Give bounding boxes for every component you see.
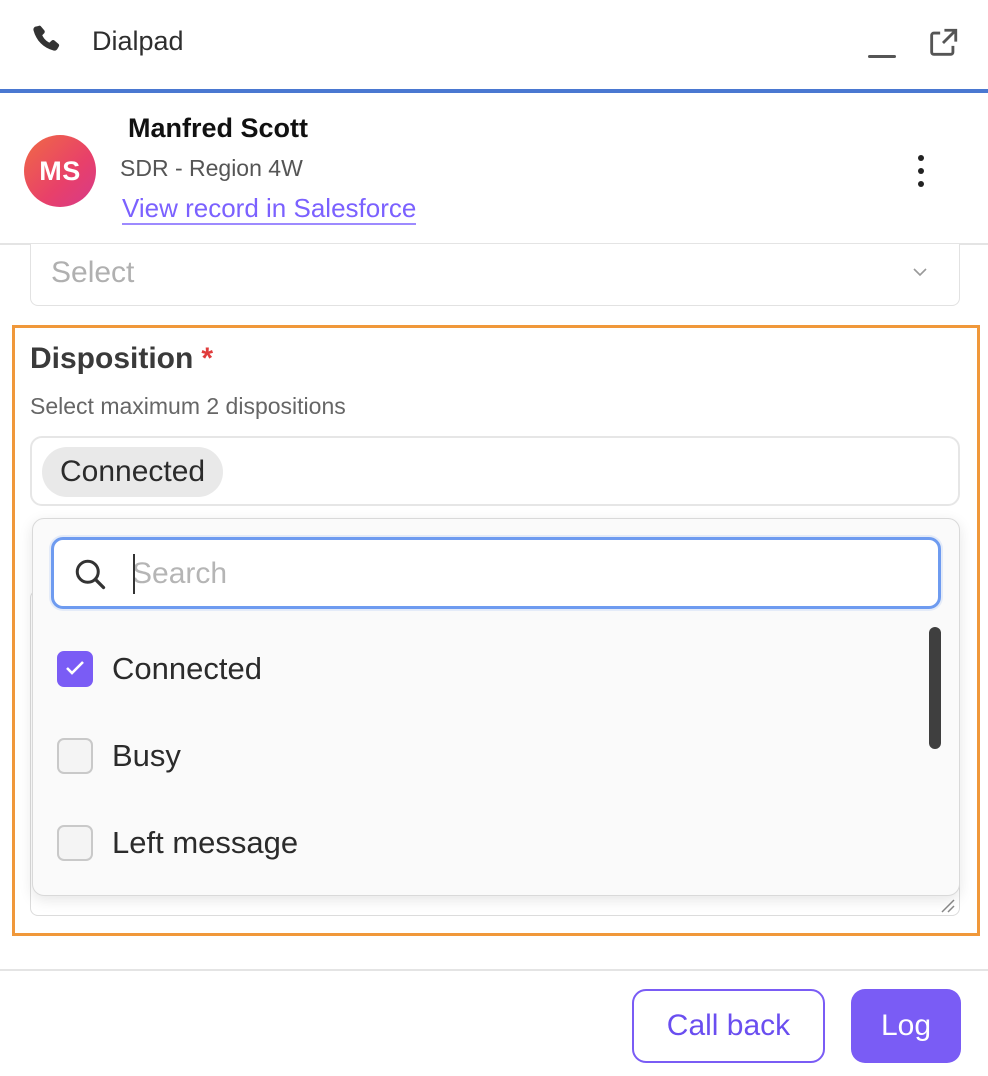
option-label: Connected: [112, 651, 262, 686]
search-icon: [75, 559, 106, 590]
checkbox-icon[interactable]: [57, 738, 93, 774]
selected-chip[interactable]: Connected: [42, 447, 224, 497]
view-record-link[interactable]: View record in Salesforce: [122, 193, 417, 225]
search-box[interactable]: [51, 537, 941, 609]
call-back-button[interactable]: Call back: [632, 989, 825, 1063]
disposition-help-text: Select maximum 2 dispositions: [30, 393, 346, 419]
chevron-down-icon: [913, 268, 927, 277]
footer-divider: [0, 969, 988, 971]
option-label: Busy: [112, 738, 181, 773]
avatar: MS: [24, 135, 96, 207]
option-label: Left message: [112, 825, 299, 860]
external-link-icon[interactable]: [926, 26, 960, 60]
contact-role: SDR - Region 4W: [120, 155, 303, 181]
disposition-label: Disposition *: [30, 342, 214, 375]
contact-card: MS Manfred Scott SDR - Region 4W View re…: [0, 93, 988, 245]
checkbox-checked-icon[interactable]: [57, 651, 93, 687]
option-busy[interactable]: Busy: [57, 726, 917, 786]
checkbox-icon[interactable]: [57, 825, 93, 861]
text-caret: [133, 554, 135, 594]
disposition-dropdown-panel: Connected Busy Left message: [32, 518, 960, 896]
minimize-button[interactable]: [866, 28, 898, 64]
more-options-icon[interactable]: [906, 151, 936, 191]
option-connected[interactable]: Connected: [57, 639, 917, 699]
dialpad-header: Dialpad: [0, 0, 988, 90]
phone-icon: [33, 25, 60, 51]
required-marker: *: [201, 342, 214, 375]
select-placeholder: Select: [51, 256, 135, 289]
option-left-message[interactable]: Left message: [57, 813, 917, 873]
dropdown-scrollbar[interactable]: [929, 627, 941, 749]
log-button[interactable]: Log: [851, 989, 961, 1063]
contact-name: Manfred Scott: [128, 113, 309, 143]
disposition-multiselect[interactable]: Connected: [30, 436, 960, 506]
select-dropdown[interactable]: Select: [30, 244, 960, 306]
header-title: Dialpad: [92, 26, 184, 56]
search-input[interactable]: [132, 552, 912, 596]
resize-grip-icon[interactable]: [936, 894, 956, 914]
